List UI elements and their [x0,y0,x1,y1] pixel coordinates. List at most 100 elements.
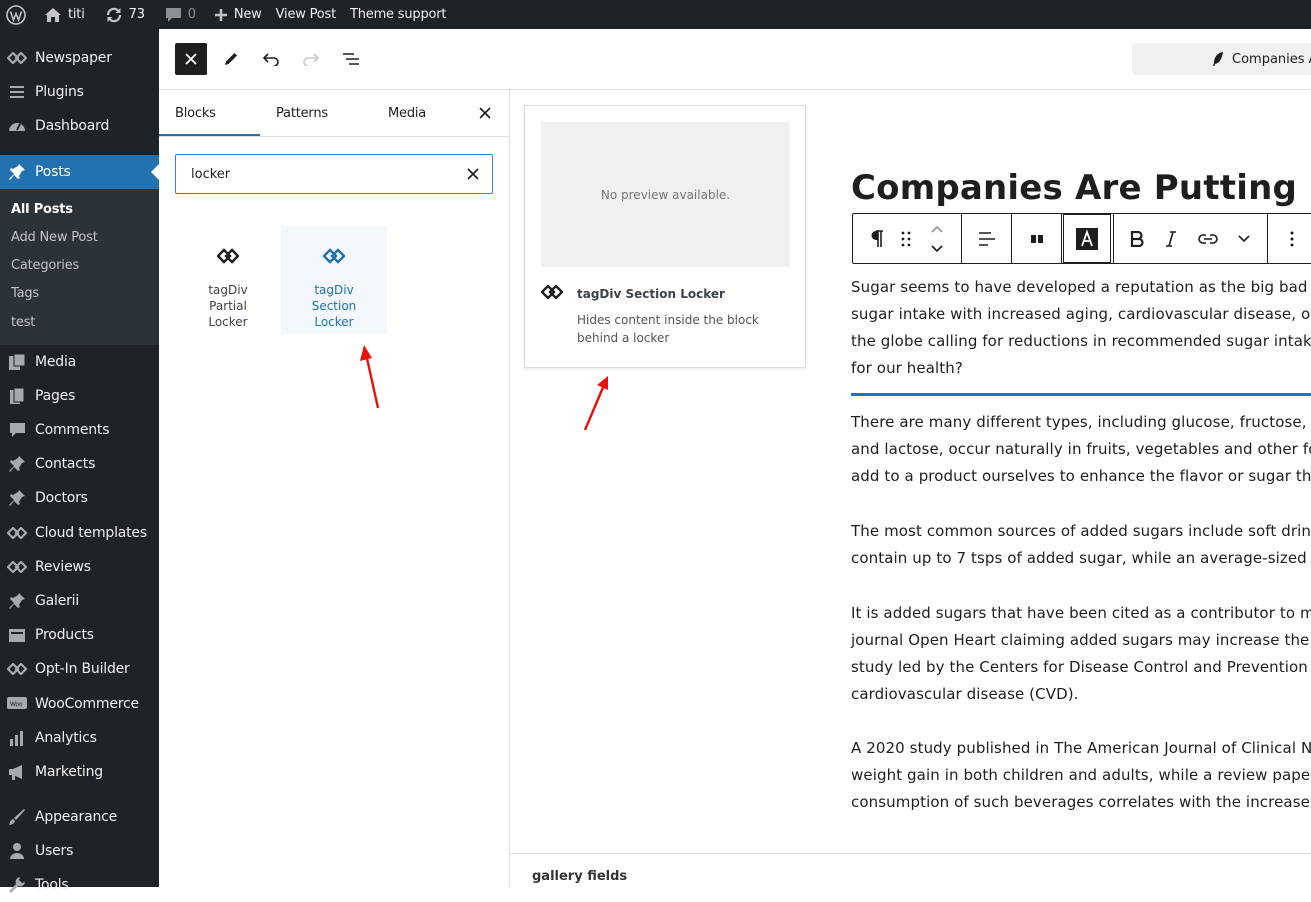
paragraph-line: cardiovascular disease (CVD). [851,685,1079,703]
tagdiv-icon [7,524,27,542]
italic-icon [1166,230,1176,247]
svg-text:Woo: Woo [10,701,23,708]
paragraph-line: Sugar seems to have developed a reputati… [851,278,1311,296]
drag-handle[interactable] [897,214,915,263]
sidebar-item-posts[interactable]: Posts [0,155,159,189]
document-title-bar[interactable]: Companies A [1132,43,1311,75]
tagdiv-icon [7,660,27,678]
sidebar-item-comments[interactable]: Comments [0,413,159,447]
toolbar-divider [1011,214,1012,263]
clear-search-button[interactable] [466,167,480,181]
sidebar-item-label: Contacts [35,456,96,472]
link-button[interactable] [1193,214,1223,263]
post-paragraph[interactable]: A 2020 study published in The American J… [851,735,1311,816]
toolbar-divider [1267,214,1268,263]
submenu-item-categories[interactable]: Categories [11,258,79,273]
submenu-item-all-posts[interactable]: All Posts [11,202,73,217]
close-inserter-button[interactable] [477,105,493,121]
site-name-link[interactable]: titi [37,0,92,29]
sidebar-item-label: Appearance [35,809,118,825]
theme-support-link[interactable]: Theme support [343,0,453,29]
block-item-section-locker[interactable]: tagDiv Section Locker [281,226,387,334]
sidebar-item-analytics[interactable]: Analytics [0,721,159,755]
sidebar-item-pages[interactable]: Pages [0,379,159,413]
submenu-item-test[interactable]: test [11,315,35,330]
comments-count: 0 [187,7,196,22]
sidebar-item-appearance[interactable]: Appearance [0,800,159,834]
gallery-fields-label[interactable]: gallery fields [532,869,627,884]
columns-button[interactable] [1015,214,1059,263]
no-preview-text: No preview available. [600,187,731,202]
sidebar-item-label: Reviews [35,559,91,575]
wordpress-logo-icon[interactable] [0,0,33,29]
sidebar-item-newspaper[interactable]: Newspaper [0,41,159,75]
tools-button[interactable] [215,43,247,75]
bold-button[interactable] [1123,214,1151,263]
new-content-link[interactable]: New [207,0,269,29]
list-view-icon [343,53,359,65]
sidebar-item-users[interactable]: Users [0,834,159,868]
sidebar-item-galerii[interactable]: Galerii [0,584,159,618]
home-icon [45,7,61,22]
sidebar-item-marketing[interactable]: Marketing [0,755,159,789]
sidebar-item-label: Plugins [35,84,84,100]
close-icon [185,53,197,65]
updates-link[interactable]: 73 [98,0,152,29]
post-paragraph[interactable]: The most common sources of added sugars … [851,518,1311,572]
sidebar-item-opt-in-builder[interactable]: Opt-In Builder [0,652,159,686]
sidebar-item-woocommerce[interactable]: Woo WooCommerce [0,687,159,721]
sidebar-item-plugins[interactable]: Plugins [0,75,159,109]
tools-icon [7,876,27,894]
sidebar-item-media[interactable]: Media [0,345,159,379]
post-paragraph[interactable]: There are many different types, includin… [851,409,1311,490]
sidebar-item-reviews[interactable]: Reviews [0,550,159,584]
media-icon [7,353,27,371]
block-item-partial-locker[interactable]: tagDiv Partial Locker [175,226,281,334]
sidebar-item-dashboard[interactable]: Dashboard [0,109,159,143]
redo-icon [303,53,320,66]
text-color-button[interactable] [1063,214,1111,263]
view-post-link[interactable]: View Post [269,0,343,29]
sidebar-item-doctors[interactable]: Doctors [0,481,159,515]
post-paragraph[interactable]: It is added sugars that have been cited … [851,600,1311,708]
tabs-divider [159,136,509,137]
post-paragraph[interactable]: Sugar seems to have developed a reputati… [851,274,1311,382]
bold-icon [1130,230,1144,247]
paragraph-line: study led by the Centers for Disease Con… [851,658,1308,676]
undo-button[interactable] [255,43,287,75]
sidebar-item-label: Galerii [35,593,80,609]
block-preview-popover: No preview available. tagDiv Section Loc… [524,105,806,368]
sidebar-item-cloud-templates[interactable]: Cloud templates [0,516,159,550]
comments-link[interactable]: 0 [158,0,203,29]
italic-button[interactable] [1157,214,1185,263]
tab-media[interactable]: Media [388,106,426,121]
sidebar-item-label: Marketing [35,764,103,780]
sidebar-item-contacts[interactable]: Contacts [0,447,159,481]
redo-button[interactable] [295,43,327,75]
preview-placeholder: No preview available. [541,122,790,267]
block-search-input[interactable]: locker [175,154,493,194]
align-button[interactable] [971,214,1003,263]
close-editor-button[interactable] [175,43,207,75]
sidebar-item-tools[interactable]: Tools [0,868,159,902]
sidebar-item-label: Products [35,627,94,643]
paragraph-line: for our health? [851,359,963,377]
sidebar-item-label: Pages [35,388,76,404]
paragraph-line: A 2020 study published in The American J… [851,739,1311,757]
document-overview-button[interactable] [335,43,367,75]
dashboard-icon [7,117,27,135]
post-title[interactable]: Companies Are Putting Pr [851,168,1311,208]
sidebar-item-label: Opt-In Builder [35,661,130,677]
move-block-buttons[interactable] [925,214,949,263]
tab-blocks[interactable]: Blocks [175,106,216,121]
submenu-item-tags[interactable]: Tags [11,286,39,301]
tab-patterns[interactable]: Patterns [276,106,328,121]
paragraph-button[interactable] [863,214,891,263]
options-button[interactable] [1279,214,1305,263]
more-formats-button[interactable] [1231,214,1257,263]
marketing-icon [7,763,27,781]
sidebar-item-label: Dashboard [35,118,110,134]
submenu-item-add-new-post[interactable]: Add New Post [11,230,98,245]
sidebar-item-products[interactable]: Products [0,618,159,652]
preview-title: tagDiv Section Locker [577,287,725,301]
